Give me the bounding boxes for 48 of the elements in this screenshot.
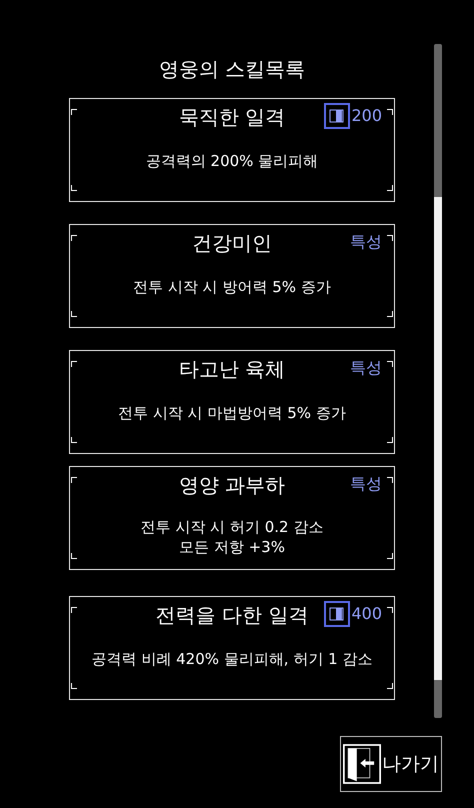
corner-ornament-icon [387,553,393,559]
corner-ornament-icon [387,683,393,689]
gauge-icon [324,601,350,627]
corner-ornament-icon [71,361,77,367]
skill-name: 전력을 다한 일격 [156,602,308,629]
corner-ornament-icon [387,607,393,613]
skill-description: 모든 저항 +3% [179,537,285,557]
scroll-thumb[interactable] [434,197,442,680]
corner-ornament-icon [71,437,77,443]
skill-name: 영양 과부하 [178,472,286,499]
corner-ornament-icon [387,311,393,317]
skill-description: 전투 시작 시 방어력 5% 증가 [133,277,331,297]
corner-ornament-icon [387,477,393,483]
skill-name: 건강미인 [192,230,272,257]
skill-name: 타고난 육체 [178,356,286,383]
corner-ornament-icon [71,311,77,317]
corner-ornament-icon [71,477,77,483]
skill-description: 전투 시작 시 허기 0.2 감소 [140,517,324,537]
skill-description: 전투 시작 시 마법방어력 5% 증가 [118,403,346,423]
corner-ornament-icon [387,235,393,241]
corner-ornament-icon [71,109,77,115]
corner-ornament-icon [387,109,393,115]
cost-value: 400 [351,603,382,625]
skill-card[interactable]: 묵직한 일격 200 공격력의 200% 물리피해 [69,98,395,202]
skill-description: 공격력의 200% 물리피해 [146,151,318,171]
screen-title: 영웅의 스킬목록 [158,56,306,83]
skill-card[interactable]: 영양 과부하 특성 전투 시작 시 허기 0.2 감소 모든 저항 +3% [69,466,395,570]
corner-ornament-icon [71,185,77,191]
corner-ornament-icon [71,235,77,241]
gauge-icon [324,103,350,129]
trait-label: 특성 [350,231,382,253]
skill-card[interactable]: 건강미인 특성 전투 시작 시 방어력 5% 증가 [69,224,395,328]
skill-description: 공격력 비례 420% 물리피해, 허기 1 감소 [92,649,372,669]
corner-ornament-icon [71,683,77,689]
exit-door-icon [343,742,381,786]
trait-label: 특성 [350,357,382,379]
corner-ornament-icon [71,553,77,559]
trait-label: 특성 [350,473,382,495]
skill-card[interactable]: 전력을 다한 일격 400 공격력 비례 420% 물리피해, 허기 1 감소 [69,596,395,700]
cost-value: 200 [351,105,382,127]
corner-ornament-icon [387,437,393,443]
corner-ornament-icon [71,607,77,613]
skill-card[interactable]: 타고난 육체 특성 전투 시작 시 마법방어력 5% 증가 [69,350,395,454]
corner-ornament-icon [387,361,393,367]
exit-button[interactable]: 나가기 [340,736,442,792]
scrollbar[interactable] [434,44,442,718]
corner-ornament-icon [387,185,393,191]
skill-name: 묵직한 일격 [178,104,286,131]
